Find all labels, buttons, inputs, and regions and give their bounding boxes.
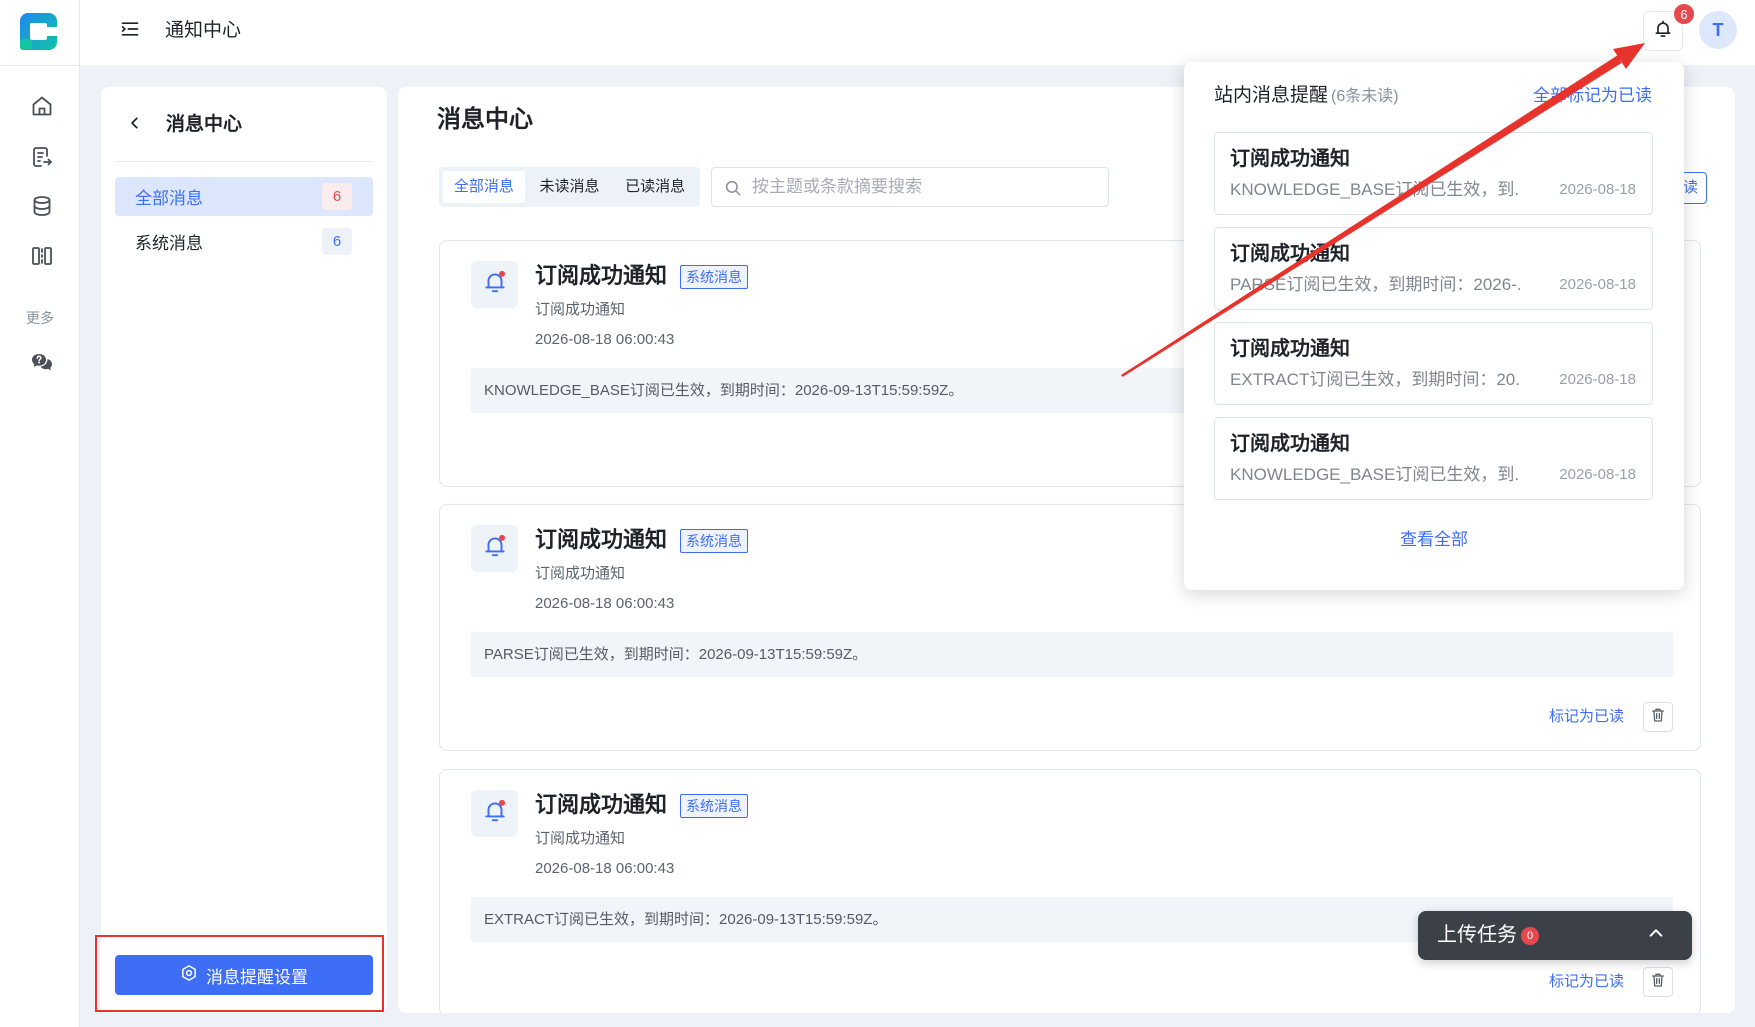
notification-title: 订阅成功通知 xyxy=(1230,243,1350,265)
popover-notification-item[interactable]: 订阅成功通知 EXTRACT订阅已生效，到期时间：20... 2026-08-1… xyxy=(1214,322,1653,405)
search-box xyxy=(711,167,1109,207)
user-avatar[interactable]: T xyxy=(1699,11,1737,49)
filter-label: 全部消息 xyxy=(135,189,203,208)
message-tabs: 全部消息 未读消息 已读消息 xyxy=(439,167,700,207)
gear-icon xyxy=(180,964,198,987)
message-filter-panel: 消息中心 全部消息 6 系统消息 6 消息提醒设置 xyxy=(101,87,387,1013)
rail-help-button[interactable] xyxy=(25,347,59,381)
message-type-tag: 系统消息 xyxy=(680,265,748,289)
menu-toggle-button[interactable] xyxy=(118,19,142,43)
split-columns-icon xyxy=(30,244,54,273)
settings-button-label: 消息提醒设置 xyxy=(206,967,308,987)
popover-mark-all-read-button[interactable]: 全部标记为已读 xyxy=(1533,84,1652,108)
icon-rail: 更多 xyxy=(0,0,80,1027)
popover-notification-item[interactable]: 订阅成功通知 KNOWLEDGE_BASE订阅已生效，到... 2026-08-… xyxy=(1214,132,1653,215)
message-title: 订阅成功通知 xyxy=(535,263,668,288)
back-button[interactable] xyxy=(125,115,145,135)
upload-task-label: 上传任务 xyxy=(1437,924,1517,946)
top-bar: 通知中心 6 T xyxy=(80,0,1755,65)
message-title: 订阅成功通知 xyxy=(535,792,668,817)
bell-alert-icon xyxy=(482,269,508,300)
mark-as-read-button[interactable]: 标记为已读 xyxy=(1549,971,1624,993)
filter-system-messages[interactable]: 系统消息 6 xyxy=(115,222,373,261)
bell-icon xyxy=(1653,19,1673,44)
rail-documents-button[interactable] xyxy=(25,142,59,176)
search-icon xyxy=(724,179,742,197)
mark-as-read-button[interactable]: 标记为已读 xyxy=(1549,706,1624,728)
notification-settings-button[interactable]: 消息提醒设置 xyxy=(115,955,373,995)
popover-notification-item[interactable]: 订阅成功通知 PARSE订阅已生效，到期时间：2026-... 2026-08-… xyxy=(1214,227,1653,310)
message-icon-box xyxy=(471,790,518,837)
rail-home-button[interactable] xyxy=(25,91,59,125)
app-logo-icon[interactable] xyxy=(20,13,57,50)
notification-date: 2026-08-18 xyxy=(1559,276,1636,293)
panel-title: 消息中心 xyxy=(166,114,243,135)
filter-all-messages[interactable]: 全部消息 6 xyxy=(115,177,373,216)
notification-excerpt: KNOWLEDGE_BASE订阅已生效，到... xyxy=(1230,180,1520,199)
home-icon xyxy=(30,94,54,123)
unread-summary: (6条未读) xyxy=(1331,88,1399,105)
message-timestamp: 2026-08-18 06:00:43 xyxy=(535,860,675,877)
filter-label: 系统消息 xyxy=(135,234,203,253)
message-type-tag: 系统消息 xyxy=(680,794,748,818)
bell-alert-icon xyxy=(482,533,508,564)
popover-header: 站内消息提醒 (6条未读) xyxy=(1214,84,1399,109)
page-title: 通知中心 xyxy=(165,20,242,41)
tab-read[interactable]: 已读消息 xyxy=(614,171,696,203)
message-timestamp: 2026-08-18 06:00:43 xyxy=(535,331,675,348)
rail-divider xyxy=(0,65,80,66)
message-subtitle: 订阅成功通知 xyxy=(535,565,626,582)
message-type-tag: 系统消息 xyxy=(680,529,748,553)
tab-unread[interactable]: 未读消息 xyxy=(529,171,611,203)
notification-date: 2026-08-18 xyxy=(1559,466,1636,483)
notification-date: 2026-08-18 xyxy=(1559,371,1636,388)
notification-title: 订阅成功通知 xyxy=(1230,148,1350,170)
document-export-icon xyxy=(30,145,54,174)
rail-compare-button[interactable] xyxy=(25,241,59,275)
upload-task-count-badge: 0 xyxy=(1521,927,1539,945)
rail-database-button[interactable] xyxy=(25,191,59,225)
upload-task-bar[interactable]: 上传任务 0 xyxy=(1418,911,1692,960)
message-icon-box xyxy=(471,261,518,308)
notification-excerpt: KNOWLEDGE_BASE订阅已生效，到... xyxy=(1230,465,1520,484)
message-title: 订阅成功通知 xyxy=(535,527,668,552)
menu-fold-icon xyxy=(120,19,140,44)
help-chat-icon xyxy=(30,350,54,379)
trash-icon xyxy=(1650,972,1666,993)
notification-date: 2026-08-18 xyxy=(1559,181,1636,198)
message-timestamp: 2026-08-18 06:00:43 xyxy=(535,595,675,612)
notification-title: 订阅成功通知 xyxy=(1230,338,1350,360)
delete-message-button[interactable] xyxy=(1643,702,1673,732)
message-content: PARSE订阅已生效，到期时间：2026-09-13T15:59:59Z。 xyxy=(471,632,1673,677)
notification-excerpt: PARSE订阅已生效，到期时间：2026-... xyxy=(1230,275,1520,294)
filter-count-badge: 6 xyxy=(322,183,352,210)
bell-alert-icon xyxy=(482,798,508,829)
chevron-up-icon xyxy=(1648,925,1664,946)
popover-title: 站内消息提醒 xyxy=(1214,85,1329,106)
view-all-link[interactable]: 查看全部 xyxy=(1184,528,1684,552)
main-title: 消息中心 xyxy=(437,106,533,133)
notification-excerpt: EXTRACT订阅已生效，到期时间：20... xyxy=(1230,370,1520,389)
panel-divider xyxy=(115,161,373,162)
filter-count-badge: 6 xyxy=(322,228,352,255)
upload-task-expand-button[interactable] xyxy=(1644,923,1668,947)
database-icon xyxy=(30,194,54,223)
notification-title: 订阅成功通知 xyxy=(1230,433,1350,455)
message-subtitle: 订阅成功通知 xyxy=(535,830,626,847)
message-subtitle: 订阅成功通知 xyxy=(535,301,626,318)
rail-more-label: 更多 xyxy=(26,310,54,326)
message-icon-box xyxy=(471,525,518,572)
notification-count-badge: 6 xyxy=(1673,3,1695,25)
search-input[interactable] xyxy=(750,168,1100,206)
popover-notification-item[interactable]: 订阅成功通知 KNOWLEDGE_BASE订阅已生效，到... 2026-08-… xyxy=(1214,417,1653,500)
message-card[interactable]: 订阅成功通知 系统消息 订阅成功通知 2026-08-18 06:00:43 E… xyxy=(439,769,1701,1013)
tab-all[interactable]: 全部消息 xyxy=(443,171,525,203)
trash-icon xyxy=(1650,707,1666,728)
chevron-left-icon xyxy=(128,116,142,135)
notification-popover: 站内消息提醒 (6条未读) 全部标记为已读 订阅成功通知 KNOWLEDGE_BA… xyxy=(1184,62,1684,590)
delete-message-button[interactable] xyxy=(1643,967,1673,997)
